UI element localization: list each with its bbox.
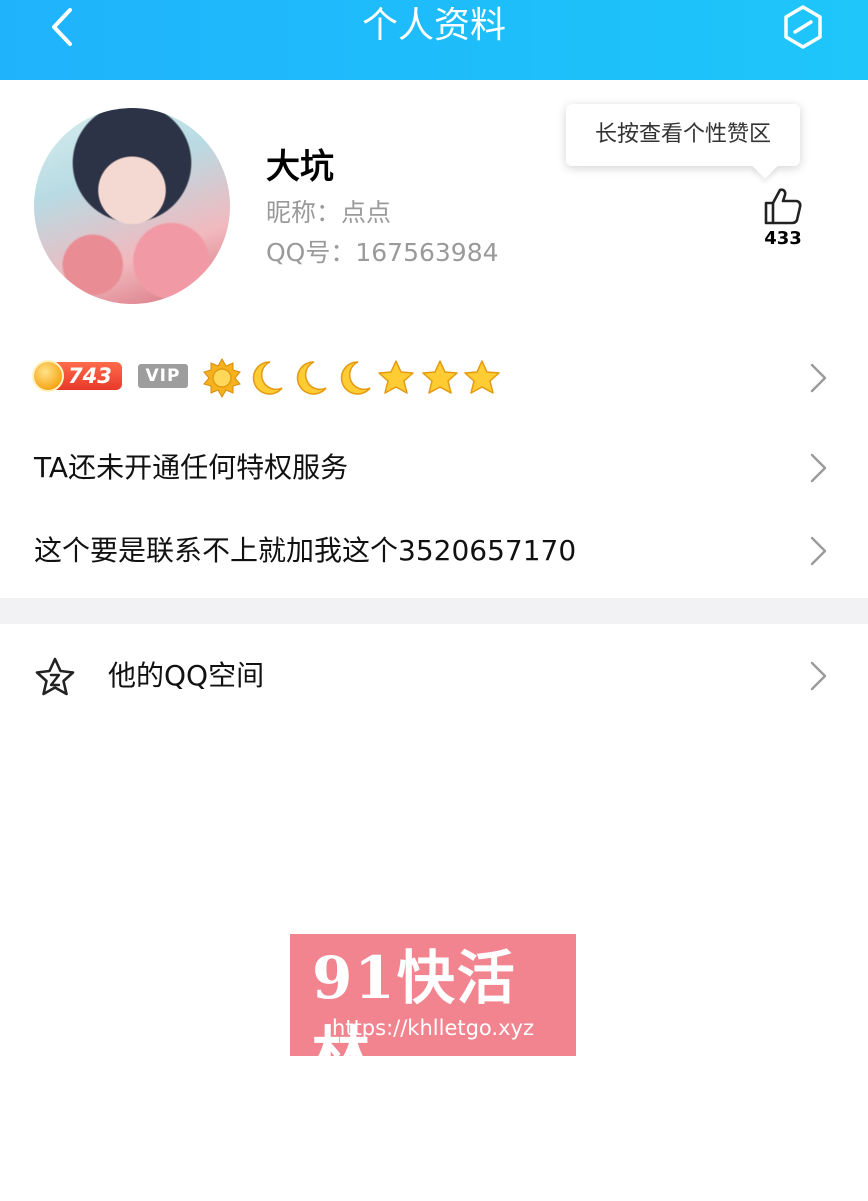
profile-nickname: 昵称：点点 <box>266 198 392 227</box>
chevron-right-icon <box>810 363 827 393</box>
star-icon <box>378 360 414 394</box>
qzone-row[interactable]: 他的QQ空间 <box>0 636 868 718</box>
moon-icon <box>340 361 371 395</box>
vip-badge: VIP <box>138 364 188 388</box>
coin-icon <box>32 360 64 392</box>
privilege-row[interactable]: TA还未开通任何特权服务 <box>0 428 868 508</box>
avatar[interactable] <box>34 108 230 304</box>
top-bar: 个人资料 <box>0 0 868 80</box>
privilege-text: TA还未开通任何特权服务 <box>34 451 349 484</box>
level-badge: 743 <box>32 360 122 392</box>
star-icon <box>422 360 458 394</box>
like-count: 433 <box>764 228 802 249</box>
star-icon <box>464 360 500 394</box>
like-tooltip-text: 长按查看个性赞区 <box>594 122 771 147</box>
level-row[interactable]: 743 VIP <box>0 346 868 410</box>
like-tooltip: 长按查看个性赞区 <box>566 104 800 166</box>
watermark-url: https://khlletgo.xyz <box>332 1016 534 1040</box>
watermark: 91快活林 https://khlletgo.xyz <box>290 934 576 1088</box>
signature-row[interactable]: 这个要是联系不上就加我这个3520657170 <box>0 511 868 591</box>
profile-qq-number: QQ号：167563984 <box>266 238 499 267</box>
qzone-star-icon <box>35 657 75 696</box>
thumbs-up-icon[interactable] <box>762 186 804 226</box>
moon-icon <box>296 361 327 395</box>
qzone-text: 他的QQ空间 <box>108 659 265 692</box>
hexagon-edit-icon[interactable] <box>780 4 826 50</box>
sun-icon <box>203 358 241 398</box>
page-title: 个人资料 <box>361 5 506 46</box>
signature-text: 这个要是联系不上就加我这个3520657170 <box>34 534 577 567</box>
chevron-right-icon <box>810 536 827 566</box>
level-value: 743 <box>68 364 112 388</box>
chevron-right-icon <box>810 661 827 691</box>
moon-icon <box>252 361 283 395</box>
profile-name: 大坑 <box>266 147 334 187</box>
chevron-right-icon <box>810 453 827 483</box>
section-divider <box>0 598 868 624</box>
